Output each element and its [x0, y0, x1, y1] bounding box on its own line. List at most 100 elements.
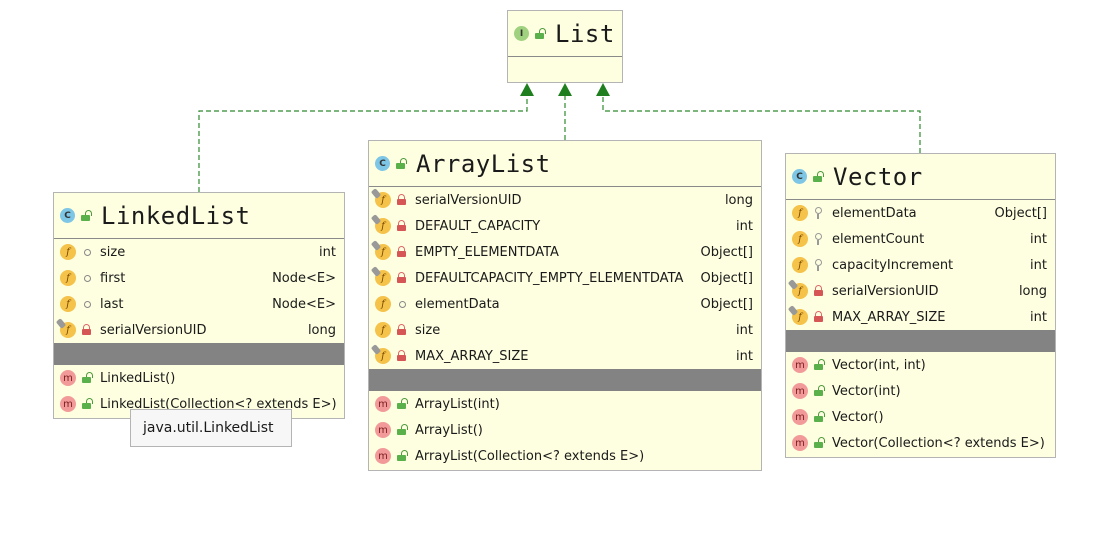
package-visibility-icon [81, 246, 93, 258]
field-row[interactable]: f last Node<E> [54, 291, 344, 317]
method-icon: m [792, 435, 808, 451]
class-header-list: I List [508, 11, 622, 57]
fields-section: f size int f first Node<E> f last Node<E> f serial… [54, 239, 344, 343]
field-row[interactable]: f serialVersionUID long [54, 317, 344, 343]
field-icon: f [792, 257, 808, 273]
protected-key-icon [813, 233, 825, 245]
field-icon: f [375, 322, 391, 338]
field-icon: f [792, 231, 808, 247]
class-box-list[interactable]: I List [507, 10, 623, 83]
class-icon: C [375, 156, 390, 171]
field-icon: f [60, 244, 76, 260]
field-row[interactable]: f capacityIncrement int [786, 252, 1055, 278]
public-icon [396, 398, 408, 410]
method-icon: m [375, 448, 391, 464]
field-row[interactable]: f serialVersionUID long [369, 187, 761, 213]
fields-section: f serialVersionUID long f DEFAULT_CAPACITY in… [369, 187, 761, 369]
field-row[interactable]: f size int [369, 317, 761, 343]
class-title: ArrayList [416, 149, 551, 178]
class-header-arraylist: C ArrayList [369, 141, 761, 187]
field-type: int [736, 218, 753, 234]
field-name: size [415, 322, 441, 338]
section-separator [54, 343, 344, 365]
field-name: serialVersionUID [100, 322, 207, 338]
field-row[interactable]: f MAX_ARRAY_SIZE int [786, 304, 1055, 330]
class-header-linkedlist: C LinkedList [54, 193, 344, 239]
static-field-icon: f [375, 218, 391, 234]
public-icon [813, 437, 825, 449]
static-field-icon: f [375, 348, 391, 364]
method-row[interactable]: m LinkedList() [54, 365, 344, 391]
field-row[interactable]: f elementCount int [786, 226, 1055, 252]
method-row[interactable]: m Vector(int, int) [786, 352, 1055, 378]
method-row[interactable]: m ArrayList(int) [369, 391, 761, 417]
class-box-vector[interactable]: C Vector f elementData Object[] f elementCou… [785, 153, 1056, 458]
private-lock-icon [396, 194, 408, 206]
public-icon [813, 359, 825, 371]
package-visibility-icon [81, 272, 93, 284]
method-icon: m [792, 409, 808, 425]
method-icon: m [375, 396, 391, 412]
field-type: int [1030, 231, 1047, 247]
package-visibility-icon [81, 298, 93, 310]
field-type: Node<E> [272, 270, 336, 286]
field-name: capacityIncrement [832, 257, 954, 273]
method-row[interactable]: m ArrayList(Collection<? extends E>) [369, 443, 761, 469]
class-title: LinkedList [101, 201, 251, 230]
class-box-arraylist[interactable]: C ArrayList f serialVersionUID long f DEFAUL… [368, 140, 762, 471]
class-box-linkedlist[interactable]: C LinkedList f size int f first Node<E> f last N… [53, 192, 345, 419]
class-header-vector: C Vector [786, 154, 1055, 200]
private-lock-icon [396, 220, 408, 232]
realization-arraylist-arrowhead [558, 83, 572, 96]
public-icon [81, 372, 93, 384]
method-name: Vector(Collection<? extends E>) [832, 435, 1045, 451]
field-row[interactable]: f MAX_ARRAY_SIZE int [369, 343, 761, 369]
method-row[interactable]: m Vector(int) [786, 378, 1055, 404]
static-field-icon: f [792, 283, 808, 299]
method-row[interactable]: m Vector() [786, 404, 1055, 430]
field-type: Object[] [700, 244, 753, 260]
public-icon [396, 450, 408, 462]
interface-icon: I [514, 26, 529, 41]
static-field-icon: f [375, 192, 391, 208]
private-lock-icon [813, 311, 825, 323]
realization-linkedlist-arrowhead [520, 83, 534, 96]
method-name: Vector() [832, 409, 884, 425]
public-icon [395, 158, 407, 170]
public-icon [813, 385, 825, 397]
method-name: ArrayList(Collection<? extends E>) [415, 448, 645, 464]
method-name: ArrayList(int) [415, 396, 500, 412]
field-row[interactable]: f DEFAULT_CAPACITY int [369, 213, 761, 239]
private-lock-icon [81, 324, 93, 336]
field-type: Node<E> [272, 296, 336, 312]
field-icon: f [60, 270, 76, 286]
protected-key-icon [813, 207, 825, 219]
private-lock-icon [396, 246, 408, 258]
method-icon: m [792, 383, 808, 399]
field-type: long [724, 192, 753, 208]
method-row[interactable]: m Vector(Collection<? extends E>) [786, 430, 1055, 456]
field-name: serialVersionUID [415, 192, 522, 208]
field-name: serialVersionUID [832, 283, 939, 299]
static-field-icon: f [375, 270, 391, 286]
field-type: int [1030, 257, 1047, 273]
field-row[interactable]: f EMPTY_ELEMENTDATA Object[] [369, 239, 761, 265]
method-row[interactable]: m ArrayList() [369, 417, 761, 443]
field-name: first [100, 270, 126, 286]
field-name: DEFAULTCAPACITY_EMPTY_ELEMENTDATA [415, 270, 684, 286]
method-icon: m [792, 357, 808, 373]
methods-section: m ArrayList(int) m ArrayList() m ArrayList(Co… [369, 391, 761, 469]
field-row[interactable]: f elementData Object[] [369, 291, 761, 317]
field-row[interactable]: f serialVersionUID long [786, 278, 1055, 304]
field-icon: f [375, 296, 391, 312]
protected-key-icon [813, 259, 825, 271]
field-row[interactable]: f DEFAULTCAPACITY_EMPTY_ELEMENTDATA Object… [369, 265, 761, 291]
public-icon [81, 398, 93, 410]
field-row[interactable]: f size int [54, 239, 344, 265]
field-type: long [307, 322, 336, 338]
public-icon [80, 210, 92, 222]
method-name: ArrayList() [415, 422, 483, 438]
field-row[interactable]: f elementData Object[] [786, 200, 1055, 226]
field-type: long [1018, 283, 1047, 299]
field-row[interactable]: f first Node<E> [54, 265, 344, 291]
